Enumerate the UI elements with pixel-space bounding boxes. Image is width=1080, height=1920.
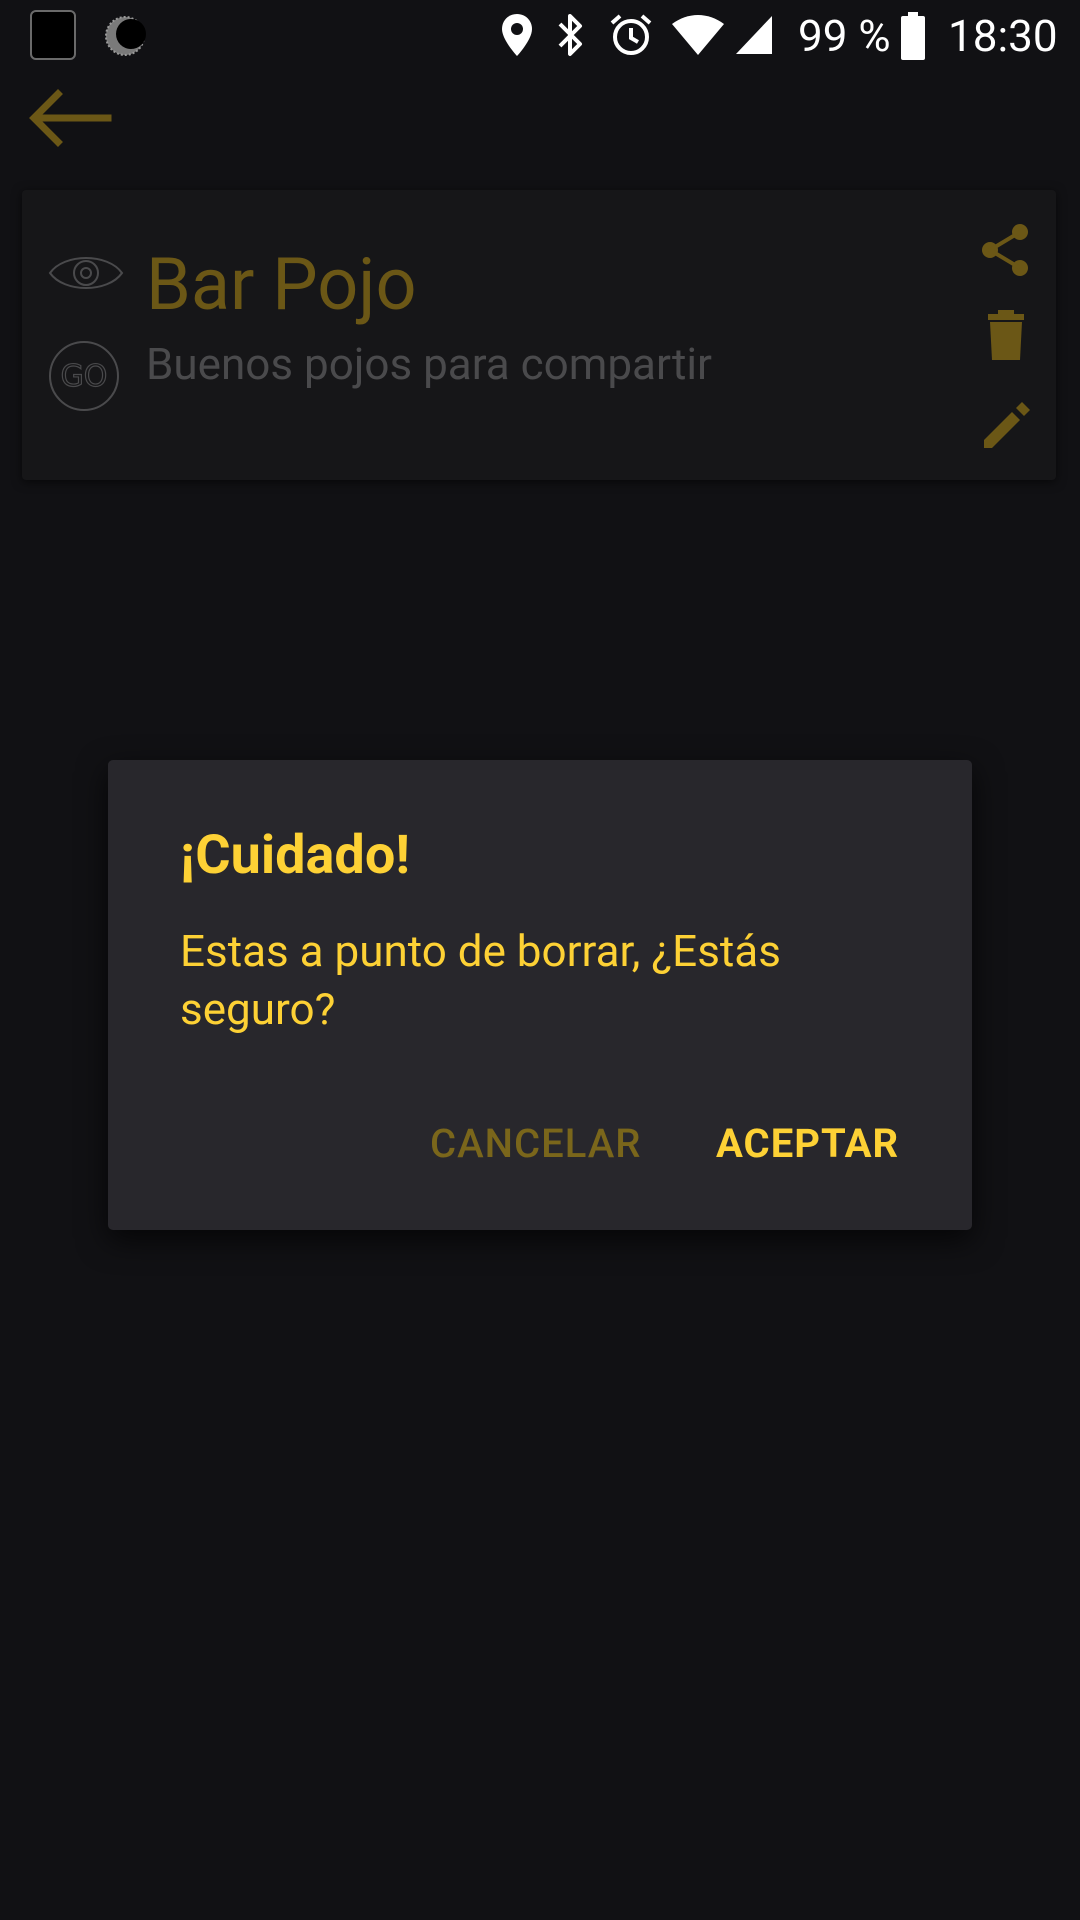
screen: 99 % 18:30 GO Bar Pojo Buenos pojos para… [0, 0, 1080, 1920]
dialog-title: ¡Cuidado! [180, 824, 410, 887]
dialog-message: Estas a punto de borrar, ¿Estás seguro? [180, 925, 781, 1035]
accept-button[interactable]: ACEPTAR [716, 1112, 899, 1176]
confirm-delete-dialog: ¡Cuidado! Estas a punto de borrar, ¿Está… [108, 760, 972, 1230]
cancel-button[interactable]: CANCELAR [430, 1112, 641, 1176]
